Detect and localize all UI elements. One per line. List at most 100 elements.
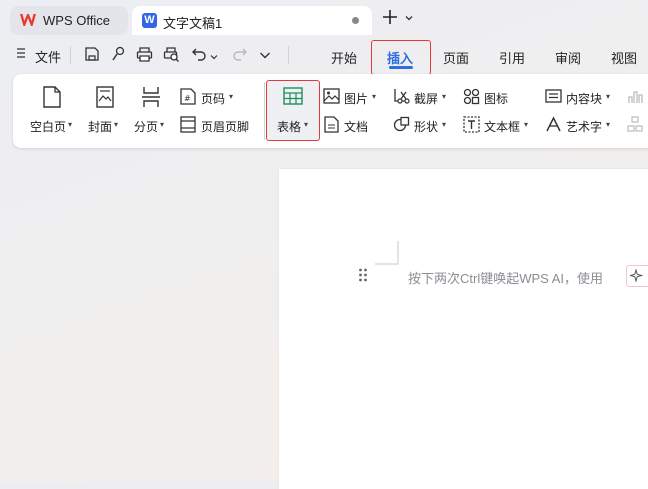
document-tab[interactable]: W 文字文稿1	[132, 6, 372, 35]
file-menu[interactable]: 文件	[35, 47, 61, 66]
print-preview-button[interactable]	[163, 46, 180, 65]
tab-view[interactable]: 视图	[611, 48, 637, 67]
cover-label: 封面	[88, 120, 113, 134]
save-icon	[85, 47, 99, 61]
chevron-down-icon: ▾	[68, 120, 73, 129]
table-icon	[283, 87, 303, 105]
document-object-button[interactable]: 文档	[323, 115, 373, 135]
shape-button[interactable]: 形状 ▾	[393, 115, 453, 135]
print-icon	[136, 47, 153, 62]
page-number-label: 页码	[201, 92, 226, 106]
home-tab-label: WPS Office	[43, 13, 110, 28]
content-block-icon	[545, 89, 562, 103]
tab-home[interactable]: 开始	[331, 48, 357, 67]
undo-button[interactable]	[192, 46, 207, 64]
format-painter-icon	[112, 46, 125, 61]
icons-grid-icon	[463, 88, 480, 105]
icon-insert-button[interactable]: 图标	[463, 87, 513, 107]
smart-graphic-icon	[627, 116, 643, 132]
textbox-label: 文本框	[484, 120, 521, 134]
screenshot-button[interactable]: 截屏 ▾	[393, 87, 453, 107]
print-preview-icon	[163, 47, 179, 62]
save-button[interactable]	[84, 46, 100, 65]
cover-button[interactable]: 封面 ▾	[86, 84, 126, 136]
page-break-icon	[142, 87, 160, 107]
home-tab[interactable]: WPS Office	[10, 6, 128, 35]
textbox-icon	[463, 116, 480, 133]
textbox-button[interactable]: 文本框 ▾	[463, 115, 535, 135]
plus-icon	[383, 10, 397, 24]
page-number-button[interactable]: # 页码 ▾	[180, 87, 242, 107]
tab-insert-label: 插入	[387, 51, 414, 66]
content-block-label: 内容块	[566, 92, 603, 106]
document-icon	[324, 116, 339, 133]
drag-handle-icon[interactable]	[358, 268, 368, 282]
chevron-down-icon: ▾	[442, 92, 447, 101]
chevron-down-icon	[405, 16, 413, 21]
chevron-down-icon: ▾	[442, 120, 447, 129]
chevron-down-icon: ▾	[606, 120, 611, 129]
chevron-down-icon: ▾	[114, 120, 119, 129]
svg-text:#: #	[184, 94, 191, 103]
redo-button[interactable]	[232, 46, 247, 64]
header-footer-button[interactable]: 页眉页脚	[180, 115, 254, 135]
margin-corner-mark	[375, 241, 399, 265]
format-painter-button[interactable]	[110, 46, 126, 65]
smart-graphic-button[interactable]	[627, 116, 643, 135]
icon-insert-label: 图标	[484, 92, 509, 106]
page-number-icon: #	[180, 88, 196, 105]
undo-dropdown[interactable]	[210, 50, 218, 64]
blank-page-button[interactable]: 空白页 ▾	[28, 84, 78, 136]
wordart-button[interactable]: 艺术字 ▾	[545, 115, 617, 135]
chart-icon	[628, 91, 643, 103]
wps-ai-hint: 按下两次Ctrl键唤起WPS AI，使用	[408, 271, 604, 286]
wordart-label: 艺术字	[566, 120, 603, 134]
chevron-down-icon: ▾	[606, 92, 611, 101]
sparkle-icon	[630, 269, 643, 282]
shape-icon	[393, 116, 410, 132]
document-page[interactable]: 按下两次Ctrl键唤起WPS AI，使用	[279, 169, 648, 489]
main-menu-button[interactable]	[17, 47, 26, 62]
chevron-down-icon	[260, 52, 270, 59]
page-break-label: 分页	[134, 120, 159, 134]
shape-label: 形状	[414, 120, 439, 134]
header-footer-icon	[180, 116, 196, 133]
unsaved-dot-icon[interactable]	[352, 17, 359, 24]
blank-page-icon	[43, 86, 61, 108]
tab-references[interactable]: 引用	[499, 48, 525, 67]
tab-list-dropdown[interactable]	[404, 12, 414, 26]
toolbar-divider	[70, 46, 71, 64]
chevron-down-icon: ▾	[372, 92, 377, 101]
picture-label: 图片	[344, 92, 369, 106]
chevron-down-icon: ▾	[229, 92, 234, 101]
more-quick-actions[interactable]	[259, 49, 271, 63]
cover-icon	[96, 86, 114, 108]
tab-page[interactable]: 页面	[443, 48, 469, 67]
chart-button[interactable]	[627, 88, 643, 107]
undo-icon	[192, 48, 206, 61]
chevron-down-icon: ▾	[304, 120, 309, 129]
page-break-button[interactable]: 分页 ▾	[132, 84, 172, 136]
table-label: 表格	[277, 120, 302, 134]
wps-ai-chip[interactable]	[626, 265, 648, 287]
new-tab-button[interactable]	[382, 9, 398, 28]
picture-button[interactable]: 图片 ▾	[323, 87, 381, 107]
document-tab-label: 文字文稿1	[163, 16, 223, 31]
ribbon-divider	[264, 82, 265, 140]
table-button[interactable]: 表格 ▾	[266, 80, 320, 141]
content-block-button[interactable]: 内容块 ▾	[545, 87, 617, 107]
blank-page-label: 空白页	[30, 120, 67, 134]
header-footer-label: 页眉页脚	[201, 120, 250, 134]
tab-insert[interactable]: 插入	[371, 40, 431, 75]
chevron-down-icon: ▾	[160, 120, 165, 129]
print-button[interactable]	[136, 46, 153, 65]
toolbar-divider	[288, 46, 289, 64]
chevron-down-icon: ▾	[524, 120, 529, 129]
active-tab-indicator	[389, 66, 413, 69]
scissors-icon	[394, 89, 410, 104]
hamburger-icon	[17, 48, 25, 58]
chevron-down-icon	[210, 55, 218, 60]
tab-review[interactable]: 审阅	[555, 48, 581, 67]
wordart-icon	[546, 116, 561, 132]
wps-logo-icon	[20, 14, 36, 26]
